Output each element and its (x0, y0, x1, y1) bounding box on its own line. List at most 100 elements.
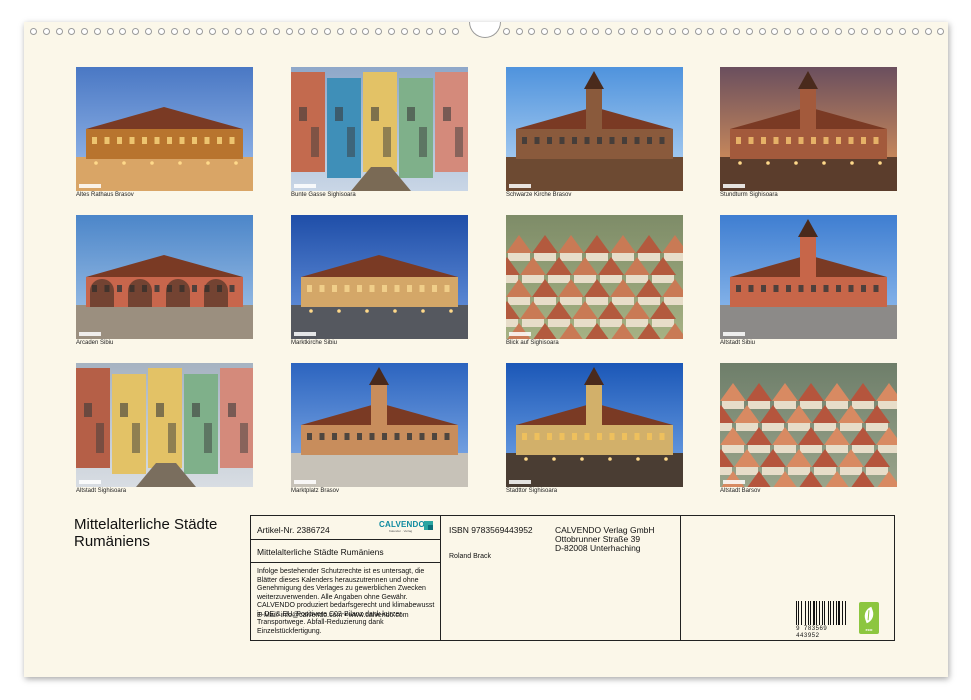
contact-info: E-Mail: info@calvendo.com • www.calvendo… (257, 612, 409, 619)
legal-text: Infolge bestehender Schutzrechte ist es … (257, 568, 435, 635)
binding-hole (822, 27, 830, 35)
binding-hole (732, 27, 740, 35)
calendar-photo-9 (76, 363, 253, 487)
calendar-photo-4 (720, 67, 897, 191)
binding-hole (899, 27, 907, 35)
binding-hole (323, 27, 331, 35)
binding-hole (451, 27, 459, 35)
binding-hole (554, 27, 562, 35)
binding-hole (400, 27, 408, 35)
binding-hole (835, 27, 843, 35)
photo-caption: Schwarze Kirche Brasov (506, 192, 572, 198)
binding-hole (439, 27, 446, 35)
binding-hole (426, 27, 434, 35)
binding-hole (528, 27, 536, 35)
calendar-photo-10 (291, 363, 468, 487)
calendar-title: Mittelalterliche Städte Rumäniens (74, 516, 218, 550)
binding-hole (196, 27, 204, 35)
binding-hole (106, 27, 114, 35)
binding-hole (247, 27, 255, 35)
calendar-photo-8 (720, 215, 897, 339)
binding-hole (272, 27, 280, 35)
binding-hole (720, 27, 728, 35)
calendar-photo-5 (76, 215, 253, 339)
binding-hole (784, 27, 792, 35)
binding-hole (681, 27, 689, 35)
binding-hole (630, 27, 638, 35)
binding-hole (260, 27, 268, 35)
binding-hole (311, 27, 319, 35)
binding-hole (413, 27, 421, 35)
binding-hole (694, 27, 702, 35)
binding-hole (848, 27, 855, 35)
binding-hole (796, 27, 804, 35)
binding-hole (145, 27, 153, 35)
eco-badge: eco (859, 602, 879, 634)
binding-hole (221, 27, 229, 35)
binding-hole (55, 27, 63, 35)
binding-hole (860, 27, 868, 35)
binding-hole (68, 27, 76, 35)
product-title: Mittelalterliche Städte Rumäniens (257, 547, 384, 557)
photo-caption: Blick auf Sighisoara (506, 340, 559, 346)
binding-hole (924, 27, 932, 35)
binding-hole (132, 27, 140, 35)
binding-hole (579, 27, 587, 35)
calendar-photo-3 (506, 67, 683, 191)
photo-caption: Bunte Gasse Sighisoara (291, 192, 356, 198)
binding-hole (42, 27, 50, 35)
photo-caption: Stadttor Sighisoara (506, 488, 558, 494)
binding-hole (617, 27, 625, 35)
binding-hole (170, 27, 178, 35)
binding-hole (30, 27, 37, 35)
binding-hole (183, 27, 191, 35)
photo-caption: Altstadt Barsov (720, 488, 761, 494)
binding-hole (515, 27, 523, 35)
binding-hole (758, 27, 766, 35)
isbn-barcode: 9 783569 443952 (796, 601, 846, 639)
author: Roland Brack (449, 553, 492, 560)
binding-hole (375, 27, 383, 35)
binding-hole (285, 27, 293, 35)
calendar-photo-11 (506, 363, 683, 487)
leaf-icon (861, 606, 877, 624)
binding-hole (605, 27, 613, 35)
binding-hole (93, 27, 101, 35)
calendar-photo-6 (291, 215, 468, 339)
calendar-photo-1 (76, 67, 253, 191)
binding-hole (911, 27, 919, 35)
binding-hole (502, 27, 510, 35)
photo-caption: Altstadt Sibiu (720, 340, 756, 346)
calvendo-logo: CALVENDO Kalender · Verlag (379, 520, 433, 534)
binding-hole (119, 27, 127, 35)
binding-hole (387, 27, 395, 35)
article-number: Artikel-Nr. 2386724 (257, 525, 330, 535)
binding-hole (541, 27, 549, 35)
calendar-photo-12 (720, 363, 897, 487)
photo-caption: Stundturm Sighisoara (720, 192, 778, 198)
binding-hole (81, 27, 89, 35)
binding-hole (157, 27, 165, 35)
binding-hole (234, 27, 242, 35)
binding-hole (886, 27, 894, 35)
binding-hole (336, 27, 344, 35)
photo-caption: Marktkirche Sibiu (291, 340, 338, 346)
photo-caption: Arcaden Sibiu (76, 340, 114, 346)
binding-hole (362, 27, 370, 35)
binding-hole (592, 27, 600, 35)
calendar-photo-7 (506, 215, 683, 339)
photo-caption: Marktplatz Brasov (291, 488, 340, 494)
binding-hole (669, 27, 677, 35)
photo-caption: Altes Rathaus Brasov (76, 192, 134, 198)
binding-hole (873, 27, 881, 35)
binding-hole (809, 27, 817, 35)
binding-hole (707, 27, 715, 35)
binding-hole (656, 27, 664, 35)
binding-hole (349, 27, 357, 35)
isbn: ISBN 9783569443952 (449, 525, 533, 535)
binding-hole (643, 27, 651, 35)
binding-hole (745, 27, 753, 35)
binding-hole (937, 27, 945, 35)
photo-caption: Altstadt Sighisoara (76, 488, 127, 494)
binding-hole (298, 27, 306, 35)
